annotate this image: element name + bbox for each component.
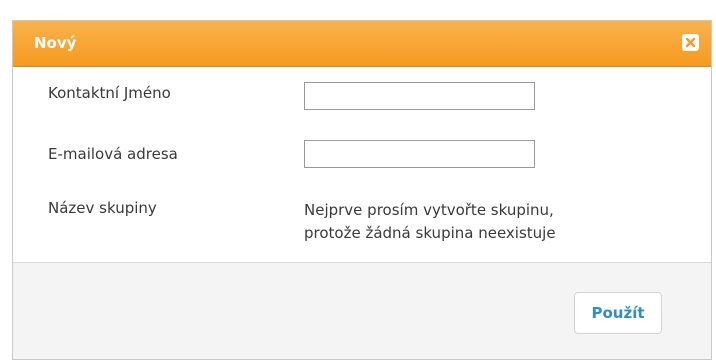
email-label: E-mailová adresa (48, 145, 178, 163)
dialog-body: Kontaktní Jméno E-mailová adresa Název s… (13, 67, 711, 262)
group-name-label: Název skupiny (48, 199, 157, 217)
group-note-line-1: Nejprve prosím vytvořte skupinu, (304, 201, 554, 219)
contact-name-label: Kontaktní Jméno (48, 84, 171, 102)
email-field[interactable] (304, 140, 535, 168)
contact-name-field[interactable] (304, 82, 535, 110)
dialog-titlebar[interactable]: Nový (13, 21, 711, 67)
close-button[interactable] (682, 34, 699, 51)
close-icon (685, 37, 696, 48)
group-missing-note: Nejprve prosím vytvořte skupinu, protože… (304, 199, 556, 245)
dialog-footer: Použít (13, 262, 711, 359)
new-contact-dialog: Nový Kontaktní Jméno E-mailová adresa Ná… (12, 20, 712, 360)
apply-button[interactable]: Použít (574, 292, 662, 334)
dialog-title: Nový (34, 34, 77, 52)
group-note-line-2: protože žádná skupina neexistuje (304, 224, 556, 242)
